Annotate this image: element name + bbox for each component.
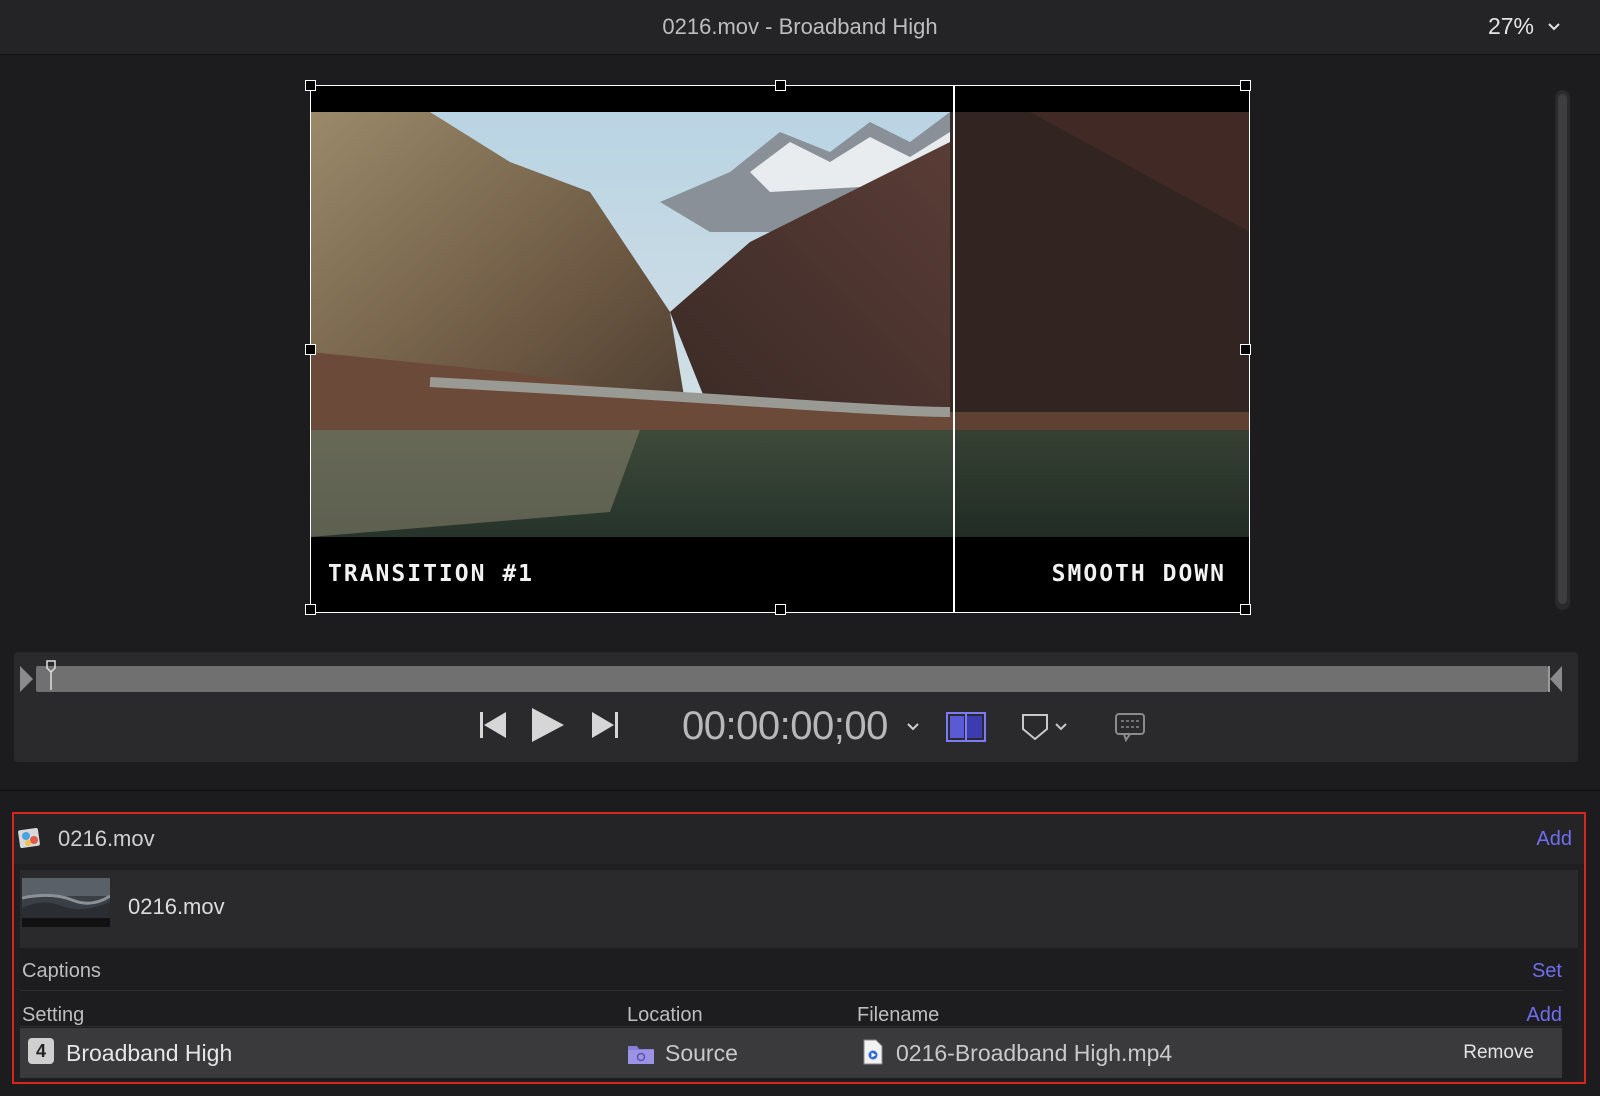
row-separator: [20, 1026, 1562, 1027]
resize-handle-top-right[interactable]: [1240, 80, 1251, 91]
timecode-display[interactable]: 00:00:00;00: [682, 704, 888, 749]
job-header[interactable]: 0216.mov: [20, 870, 1578, 948]
timecode-chevron-down-icon[interactable]: [906, 720, 920, 734]
resize-handle-bottom-right[interactable]: [1240, 604, 1251, 615]
video-frame-image: [310, 112, 1250, 537]
zoom-level: 27%: [1487, 13, 1534, 39]
resize-handle-middle-left[interactable]: [305, 344, 316, 355]
viewer-scrollbar[interactable]: [1555, 90, 1570, 610]
resize-handle-bottom-middle[interactable]: [775, 604, 786, 615]
resize-handle-top-middle[interactable]: [775, 80, 786, 91]
column-header-setting: Setting: [22, 1004, 85, 1026]
video-preview[interactable]: TRANSITION #1 SMOOTH DOWN: [310, 85, 1250, 613]
split-screen-icon[interactable]: [946, 712, 986, 742]
folder-icon: [628, 1046, 654, 1064]
caption-strip: TRANSITION #1 SMOOTH DOWN: [310, 537, 1250, 613]
job-name: 0216.mov: [128, 894, 225, 919]
timeline-scrubber[interactable]: [36, 666, 1548, 692]
video-file-icon: [863, 1039, 883, 1065]
source-file-row[interactable]: 0216.mov Add: [14, 814, 1584, 864]
transport-bar: 00:00:00;00: [14, 698, 1578, 758]
column-header-location: Location: [627, 1004, 703, 1026]
output-filename[interactable]: 0216-Broadband High.mp4: [896, 1040, 1172, 1067]
remove-output-button[interactable]: Remove: [1463, 1042, 1534, 1064]
scrollbar-thumb[interactable]: [1558, 94, 1567, 604]
add-setting-button[interactable]: Add: [1526, 1004, 1562, 1027]
marker-chevron-down-icon[interactable]: [1054, 720, 1068, 734]
output-location[interactable]: Source: [665, 1040, 738, 1067]
output-setting-name: Broadband High: [66, 1040, 233, 1066]
in-point-marker-icon[interactable]: [20, 666, 34, 692]
output-row[interactable]: 4 Broadband High Source 0216-Broadband H…: [20, 1028, 1562, 1078]
playhead-icon[interactable]: [46, 660, 56, 690]
play-icon[interactable]: [530, 706, 566, 744]
skip-back-icon[interactable]: [478, 710, 508, 740]
skip-forward-icon[interactable]: [590, 710, 620, 740]
movie-file-icon: [18, 827, 40, 849]
resize-handle-top-left[interactable]: [305, 80, 316, 91]
captions-label: Captions: [22, 960, 101, 982]
split-divider[interactable]: [953, 85, 955, 613]
playback-controls: 00:00:00;00: [14, 652, 1578, 762]
panel-divider: [0, 790, 1600, 791]
column-header-filename: Filename: [857, 1004, 940, 1026]
resize-handle-bottom-left[interactable]: [305, 604, 316, 615]
captions-icon[interactable]: [1114, 712, 1146, 742]
job-thumbnail: [22, 878, 110, 927]
title-bar: 0216.mov - Broadband High 27%: [0, 0, 1600, 55]
add-job-button[interactable]: Add: [1536, 828, 1572, 851]
set-captions-button[interactable]: Set: [1532, 960, 1562, 983]
job-panel: 0216.mov Captions Set Setting Location F…: [20, 870, 1578, 1082]
row-separator: [20, 990, 1562, 991]
window-title: 0216.mov - Broadband High: [662, 14, 938, 39]
zoom-dropdown[interactable]: 27%: [1488, 13, 1562, 40]
chevron-down-icon: [1548, 22, 1560, 30]
resize-handle-middle-right[interactable]: [1240, 344, 1251, 355]
batch-panel: 0216.mov Add 0216.mov Captions Set Setti…: [12, 812, 1586, 1084]
marker-icon[interactable]: [1020, 712, 1050, 742]
out-point-marker-icon[interactable]: [1548, 666, 1562, 692]
caption-left: TRANSITION #1: [328, 561, 535, 587]
source-file-name: 0216.mov: [58, 826, 155, 851]
setting-index-badge: 4: [28, 1038, 54, 1064]
caption-right: SMOOTH DOWN: [1051, 561, 1226, 587]
